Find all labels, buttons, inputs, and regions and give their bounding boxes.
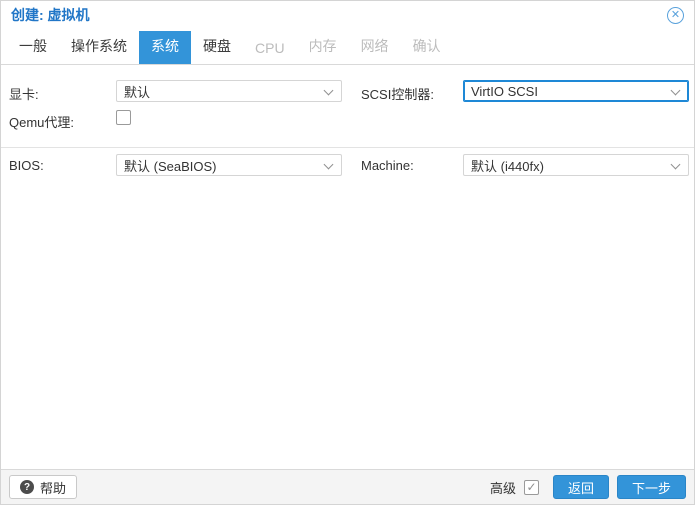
tab-memory: 内存 bbox=[308, 38, 337, 54]
qemu-agent-label: Qemu代理: bbox=[9, 115, 75, 130]
machine-select-value: 默认 (i440fx) bbox=[471, 158, 544, 174]
next-button[interactable]: 下一步 bbox=[616, 475, 686, 499]
machine-label: Machine: bbox=[361, 158, 414, 173]
back-button[interactable]: 返回 bbox=[552, 475, 609, 499]
advanced-checkbox[interactable]: ✓ bbox=[523, 479, 539, 495]
scsi-label: SCSI控制器: bbox=[361, 87, 434, 102]
tab-disks[interactable]: 硬盘 bbox=[191, 31, 243, 64]
chevron-down-icon bbox=[670, 85, 681, 96]
help-button[interactable]: ? 帮助 bbox=[9, 475, 78, 499]
chevron-down-icon bbox=[670, 159, 681, 170]
tab-cpu: CPU bbox=[255, 40, 285, 56]
section-divider bbox=[1, 147, 694, 148]
tab-system[interactable]: 系统 bbox=[139, 31, 191, 64]
footer-actions: 高级 ✓ 返回 下一步 bbox=[490, 475, 686, 499]
tab-general[interactable]: 一般 bbox=[7, 31, 59, 64]
dialog-footer: ? 帮助 高级 ✓ 返回 下一步 bbox=[1, 469, 694, 504]
chevron-down-icon bbox=[323, 159, 334, 170]
chevron-down-icon bbox=[323, 85, 334, 96]
close-icon[interactable]: ✕ bbox=[667, 6, 684, 24]
graphics-select-value: 默认 bbox=[124, 84, 151, 100]
scsi-select-value: VirtIO SCSI bbox=[471, 83, 538, 99]
bios-select[interactable]: 默认 (SeaBIOS) bbox=[116, 154, 342, 176]
wizard-tabbar: 一般 操作系统 系统 硬盘 CPU 内存 网络 确认 bbox=[1, 29, 694, 65]
dialog-header: 创建: 虚拟机 ✕ bbox=[1, 1, 694, 29]
help-button-label: 帮助 bbox=[40, 480, 67, 496]
qemu-agent-checkbox[interactable] bbox=[116, 110, 131, 125]
system-tab-panel: 显卡: 默认 SCSI控制器: VirtIO SCSI Qemu代理: BIOS… bbox=[1, 65, 694, 469]
tab-network: 网络 bbox=[360, 38, 389, 54]
dialog-title: 创建: 虚拟机 bbox=[11, 7, 90, 23]
graphics-select[interactable]: 默认 bbox=[116, 80, 342, 102]
scsi-select[interactable]: VirtIO SCSI bbox=[463, 80, 689, 102]
bios-select-value: 默认 (SeaBIOS) bbox=[124, 158, 217, 174]
advanced-label: 高级 bbox=[489, 480, 516, 496]
bios-label: BIOS: bbox=[9, 158, 44, 173]
machine-select[interactable]: 默认 (i440fx) bbox=[463, 154, 689, 176]
graphics-label: 显卡: bbox=[9, 87, 39, 102]
create-vm-dialog: 创建: 虚拟机 ✕ 一般 操作系统 系统 硬盘 CPU 内存 网络 确认 显卡:… bbox=[0, 0, 695, 505]
tab-confirm: 确认 bbox=[412, 38, 441, 54]
tab-os[interactable]: 操作系统 bbox=[59, 31, 139, 64]
help-icon: ? bbox=[20, 480, 34, 494]
